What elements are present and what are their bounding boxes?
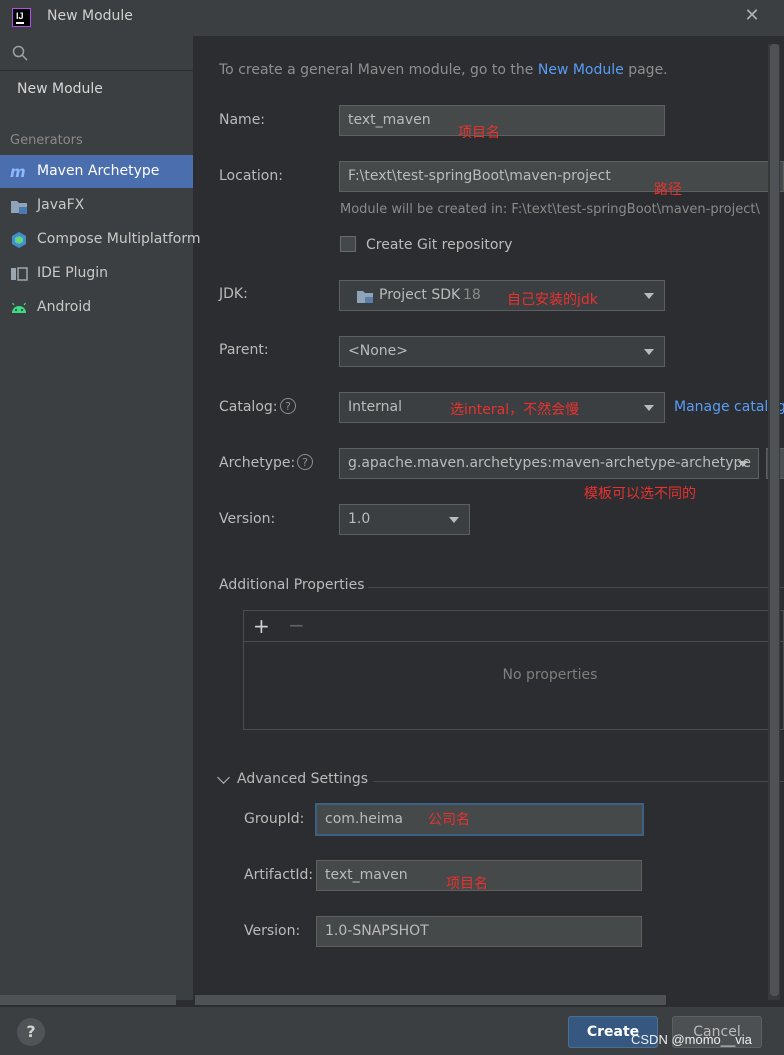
sidebar-item-label: Compose Multiplatform xyxy=(37,231,201,247)
parent-dropdown[interactable]: <None> xyxy=(339,336,665,367)
sidebar-item-javafx[interactable]: JavaFX xyxy=(0,189,193,222)
name-field[interactable]: text_maven xyxy=(339,105,665,136)
catalog-label: Catalog: xyxy=(219,399,278,415)
maven-icon: m xyxy=(10,163,26,181)
sidebar: New Module Generators m Maven Archetype … xyxy=(0,36,201,1000)
properties-panel: + − No properties xyxy=(243,610,784,730)
javafx-folder-icon xyxy=(11,201,27,214)
help-button[interactable]: ? xyxy=(17,1018,45,1046)
sidebar-item-ide-plugin[interactable]: IDE Plugin xyxy=(0,257,193,290)
name-label: Name: xyxy=(219,112,266,128)
sidebar-item-label: JavaFX xyxy=(37,197,85,213)
jdk-value: Project SDK xyxy=(379,287,461,303)
empty-properties-text: No properties xyxy=(502,667,598,683)
advanced-settings-title[interactable]: Advanced Settings xyxy=(237,771,368,787)
location-annotation: 路径 xyxy=(654,182,682,198)
plugin-icon xyxy=(11,267,28,281)
create-git-label[interactable]: Create Git repository xyxy=(366,237,512,253)
groupid-label: GroupId: xyxy=(244,811,305,827)
window-title: New Module xyxy=(47,8,133,24)
svg-text:m: m xyxy=(10,163,26,181)
chevron-down-icon[interactable] xyxy=(217,771,230,784)
help-icon[interactable]: ? xyxy=(297,454,313,470)
jdk-annotation: 自己安装的jdk xyxy=(507,292,598,308)
sidebar-item-label: Maven Archetype xyxy=(37,163,160,179)
catalog-value: Internal xyxy=(348,399,402,415)
intellij-app-icon: IJ xyxy=(12,8,31,27)
advanced-version-label: Version: xyxy=(244,923,301,939)
add-icon[interactable]: + xyxy=(253,614,270,638)
sdk-folder-icon xyxy=(357,291,373,303)
chevron-down-icon xyxy=(644,293,654,299)
chevron-down-icon xyxy=(738,461,748,467)
groupid-field[interactable]: com.heima xyxy=(315,803,644,836)
archetype-annotation: 模板可以选不同的 xyxy=(584,486,696,502)
parent-value: <None> xyxy=(348,343,408,359)
sidebar-horizontal-scrollbar[interactable] xyxy=(0,995,176,1005)
chevron-down-icon xyxy=(644,349,654,355)
catalog-annotation: 选interal，不然会慢 xyxy=(450,402,580,418)
sidebar-item-new-module[interactable]: New Module xyxy=(17,81,103,97)
intro-suffix: page. xyxy=(623,62,668,78)
jdk-dropdown[interactable]: Project SDK 18 xyxy=(339,280,665,311)
properties-toolbar: + − xyxy=(244,611,784,642)
additional-properties-title: Additional Properties xyxy=(219,577,365,593)
sidebar-item-label: Android xyxy=(37,299,92,315)
archetype-value: g.apache.maven.archetypes:maven-archetyp… xyxy=(348,455,752,471)
search-icon xyxy=(12,45,28,61)
main-horizontal-scrollbar[interactable] xyxy=(195,995,666,1005)
new-module-link[interactable]: New Module xyxy=(538,62,624,78)
jdk-label: JDK: xyxy=(219,286,248,302)
generators-heading: Generators xyxy=(10,133,83,148)
chevron-down-icon xyxy=(644,405,654,411)
jdk-version: 18 xyxy=(463,287,481,303)
help-icon[interactable]: ? xyxy=(280,398,296,414)
artifactid-annotation: 项目名 xyxy=(446,876,488,892)
location-hint: Module will be created in: F:\text\test-… xyxy=(340,202,760,217)
location-field[interactable]: F:\text\test-springBoot\maven-project xyxy=(339,161,784,192)
create-git-checkbox[interactable] xyxy=(340,236,356,252)
title-bar: IJ New Module ✕ xyxy=(0,0,784,36)
groupid-annotation: 公司名 xyxy=(428,812,470,828)
intro-prefix: To create a general Maven module, go to … xyxy=(219,62,538,78)
version-label: Version: xyxy=(219,511,276,527)
sidebar-item-label: IDE Plugin xyxy=(37,265,109,281)
section-divider xyxy=(373,781,784,782)
csdn-watermark: CSDN @momo__via xyxy=(631,1032,752,1047)
section-divider xyxy=(368,587,784,588)
remove-icon[interactable]: − xyxy=(288,613,305,637)
artifactid-label: ArtifactId: xyxy=(244,867,314,883)
version-dropdown[interactable]: 1.0 xyxy=(339,504,470,535)
parent-label: Parent: xyxy=(219,342,269,358)
advanced-version-field[interactable]: 1.0-SNAPSHOT xyxy=(316,916,642,947)
sidebar-item-android[interactable]: Android xyxy=(0,291,193,324)
vertical-scrollbar[interactable] xyxy=(770,44,779,996)
intro-text: To create a general Maven module, go to … xyxy=(219,62,668,78)
close-icon[interactable]: ✕ xyxy=(742,6,762,26)
android-icon xyxy=(12,302,26,313)
name-annotation: 项目名 xyxy=(458,125,500,141)
version-value: 1.0 xyxy=(348,511,371,527)
sidebar-item-compose-multiplatform[interactable]: Compose Multiplatform xyxy=(0,223,201,256)
compose-icon xyxy=(12,232,26,248)
chevron-down-icon xyxy=(449,517,459,523)
sidebar-item-maven-archetype[interactable]: m Maven Archetype xyxy=(0,155,193,188)
location-label: Location: xyxy=(219,168,283,184)
archetype-dropdown[interactable]: g.apache.maven.archetypes:maven-archetyp… xyxy=(339,448,759,479)
dialog-footer xyxy=(0,1007,784,1055)
sidebar-search[interactable] xyxy=(0,36,193,71)
archetype-label: Archetype: xyxy=(219,455,296,471)
